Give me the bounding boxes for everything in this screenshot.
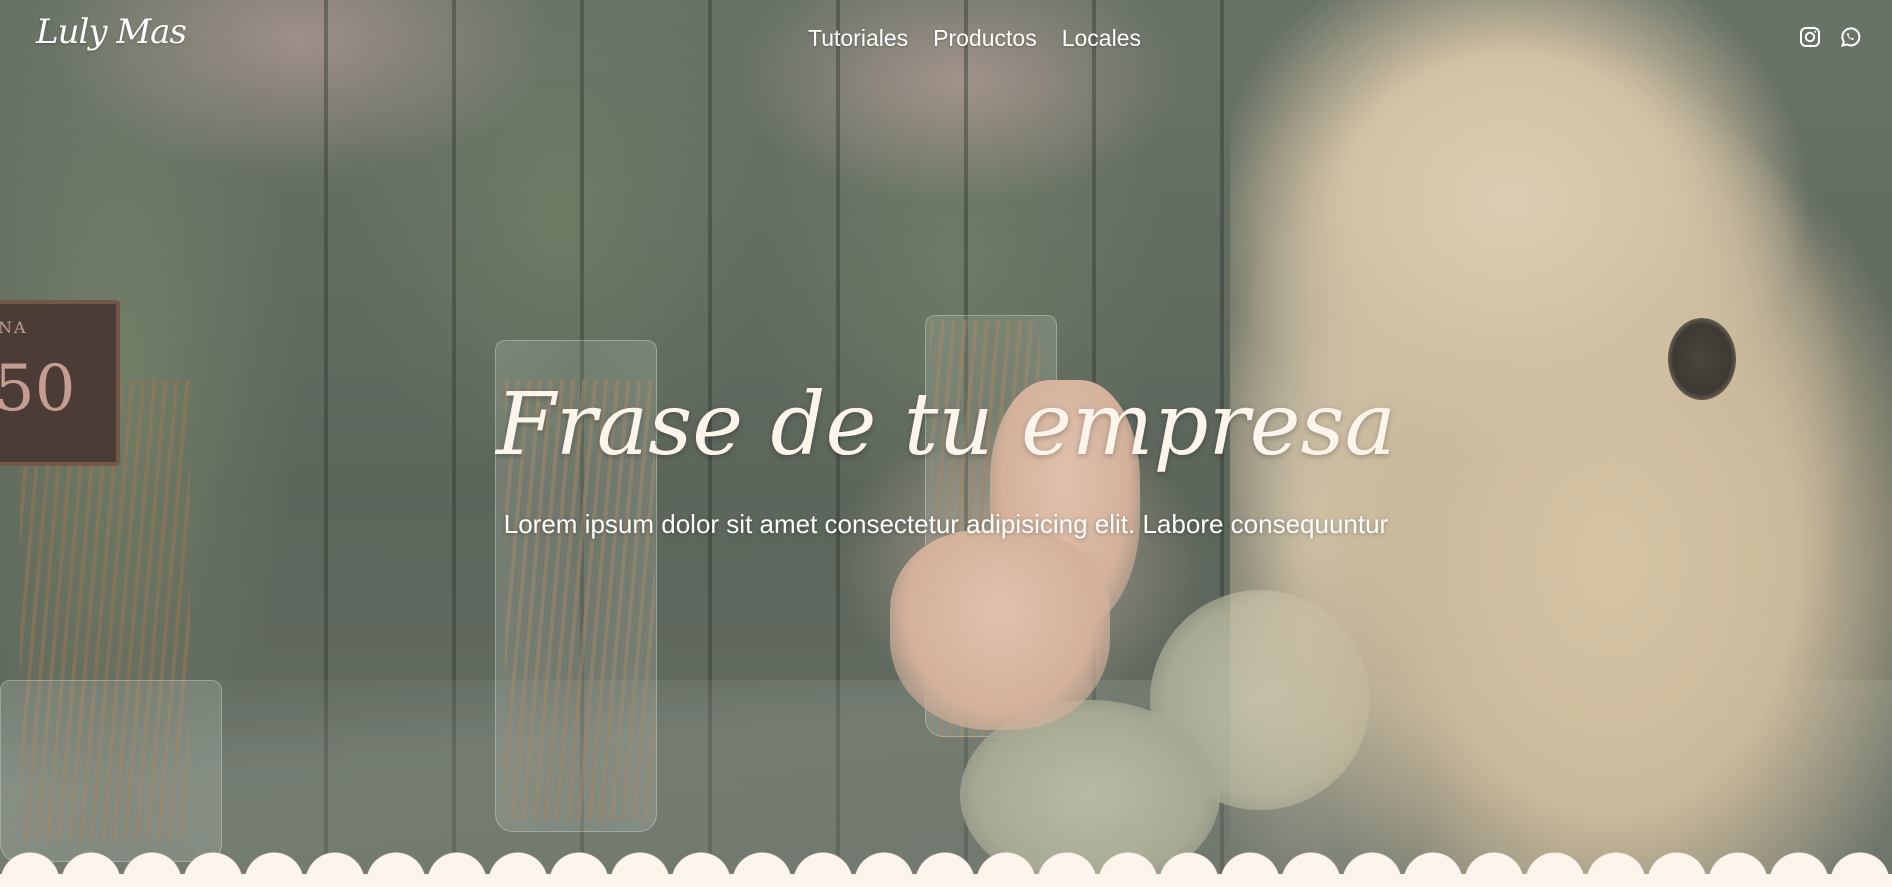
scallop-divider-base (0, 874, 1892, 887)
nav-locales[interactable]: Locales (1062, 22, 1141, 54)
social-links (1798, 25, 1862, 49)
hero-subtitle: Lorem ipsum dolor sit amet consectetur a… (503, 509, 1389, 539)
main-nav: Tutoriales Productos Locales (808, 22, 1141, 54)
nav-tutoriales[interactable]: Tutoriales (808, 22, 908, 54)
brand-logo[interactable]: Luly Mas (36, 12, 187, 52)
whatsapp-icon[interactable] (1838, 25, 1862, 49)
hero-headline: Frase de tu empresa (496, 375, 1396, 475)
instagram-icon[interactable] (1798, 25, 1822, 49)
nav-productos[interactable]: Productos (933, 22, 1037, 54)
